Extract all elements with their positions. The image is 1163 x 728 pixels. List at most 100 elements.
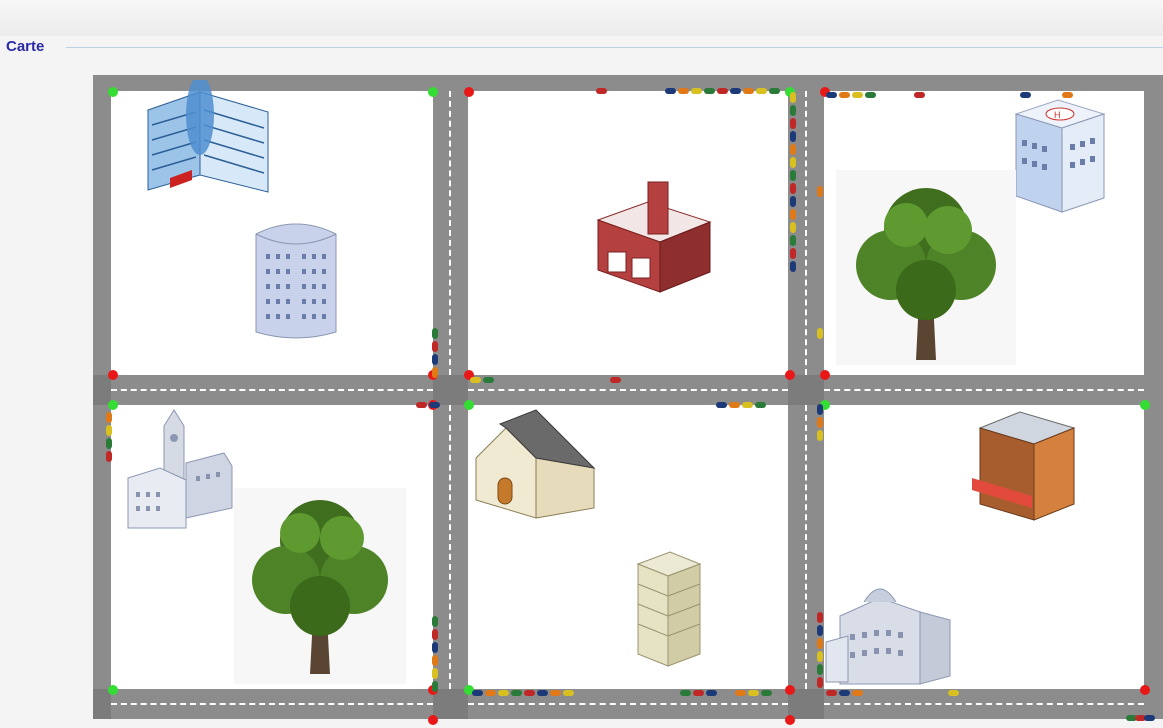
- car: [790, 222, 796, 233]
- car: [865, 92, 876, 98]
- car: [769, 88, 780, 94]
- car: [432, 616, 438, 627]
- traffic-light-red: [785, 370, 795, 380]
- car: [716, 402, 727, 408]
- car: [704, 88, 715, 94]
- car: [743, 88, 754, 94]
- car: [432, 668, 438, 679]
- car: [817, 430, 823, 441]
- glass-tower-icon: [255, 223, 337, 339]
- car: [790, 144, 796, 155]
- traffic-light-red: [820, 370, 830, 380]
- car: [483, 377, 494, 383]
- car: [790, 118, 796, 129]
- car: [472, 690, 483, 696]
- tree-icon: [234, 488, 406, 684]
- tree-icon: [836, 170, 1016, 365]
- apartment-tower-icon: [636, 551, 702, 667]
- traffic-light-green: [108, 87, 118, 97]
- city-hall-icon: [825, 588, 951, 685]
- car: [790, 131, 796, 142]
- lane-marking: [824, 389, 1144, 391]
- car: [429, 402, 440, 408]
- traffic-light-red: [1140, 685, 1150, 695]
- car: [790, 261, 796, 272]
- car: [416, 402, 427, 408]
- intersection: [433, 689, 468, 719]
- car: [852, 92, 863, 98]
- car: [790, 183, 796, 194]
- car: [817, 186, 823, 197]
- car: [511, 690, 522, 696]
- car: [790, 170, 796, 181]
- blue-office-building-icon: [147, 80, 269, 193]
- car: [693, 690, 704, 696]
- car: [691, 88, 702, 94]
- intersection: [93, 689, 111, 719]
- car: [839, 92, 850, 98]
- lane-marking: [805, 91, 807, 375]
- car: [729, 402, 740, 408]
- clock-tower-building-icon: [127, 409, 233, 529]
- car: [790, 235, 796, 246]
- car: [817, 328, 823, 339]
- hospital-icon: H: [1014, 99, 1106, 213]
- shop-icon: [972, 411, 1076, 521]
- car: [790, 196, 796, 207]
- traffic-light-green: [428, 87, 438, 97]
- car: [665, 88, 676, 94]
- car: [761, 690, 772, 696]
- car: [106, 412, 112, 423]
- lane-marking: [449, 405, 451, 689]
- lane-marking: [805, 405, 807, 689]
- traffic-light-green: [108, 400, 118, 410]
- car: [817, 417, 823, 428]
- fire-station-icon: [596, 181, 712, 293]
- car: [790, 248, 796, 259]
- car: [790, 157, 796, 168]
- lane-marking: [824, 703, 1144, 705]
- traffic-light-red: [464, 87, 474, 97]
- lane-marking: [111, 389, 433, 391]
- car: [106, 425, 112, 436]
- lane-marking: [468, 389, 788, 391]
- car: [432, 354, 438, 365]
- road-vertical-right: [1144, 75, 1163, 719]
- traffic-light-red: [785, 715, 795, 725]
- car: [735, 690, 746, 696]
- lane-marking: [468, 703, 788, 705]
- car: [485, 690, 496, 696]
- car: [706, 690, 717, 696]
- car: [537, 690, 548, 696]
- car: [563, 690, 574, 696]
- lane-marking: [449, 91, 451, 375]
- car: [432, 629, 438, 640]
- car: [790, 92, 796, 103]
- car: [470, 377, 481, 383]
- car: [817, 404, 823, 415]
- car: [432, 367, 438, 378]
- car: [826, 92, 837, 98]
- car: [790, 209, 796, 220]
- car: [596, 88, 607, 94]
- traffic-light-green: [108, 685, 118, 695]
- car: [432, 328, 438, 339]
- car: [432, 341, 438, 352]
- car: [432, 655, 438, 666]
- car: [106, 438, 112, 449]
- traffic-light-green: [1140, 400, 1150, 410]
- car: [1144, 715, 1155, 721]
- car: [717, 88, 728, 94]
- traffic-light-red: [108, 370, 118, 380]
- car: [432, 642, 438, 653]
- car: [748, 690, 759, 696]
- car: [742, 402, 753, 408]
- car: [678, 88, 689, 94]
- car: [755, 402, 766, 408]
- intersection: [93, 375, 111, 405]
- car: [524, 690, 535, 696]
- traffic-light-red: [428, 715, 438, 725]
- car: [432, 681, 438, 692]
- car: [790, 105, 796, 116]
- car: [106, 451, 112, 462]
